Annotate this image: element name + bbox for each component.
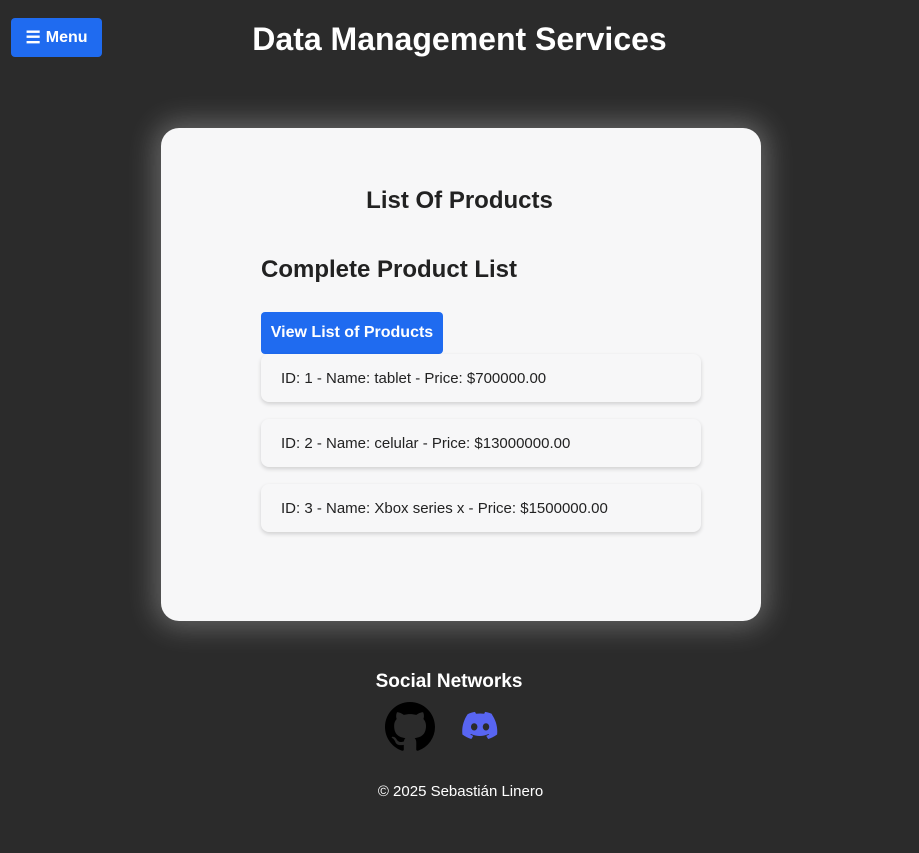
discord-link[interactable] [462, 711, 498, 741]
card-title: List Of Products [366, 187, 553, 214]
product-item: ID: 1 - Name: tablet - Price: $700000.00 [261, 354, 701, 402]
social-networks-title: Social Networks [375, 671, 523, 692]
product-list: ID: 1 - Name: tablet - Price: $700000.00… [261, 354, 701, 549]
site-title: Data Management Services [252, 21, 667, 57]
copyright-text: © 2025 Sebastián Linero [377, 783, 544, 800]
discord-icon [462, 711, 498, 739]
view-products-button[interactable]: View List of Products [261, 312, 443, 354]
product-item: ID: 2 - Name: celular - Price: $13000000… [261, 419, 701, 467]
github-icon [385, 702, 435, 751]
section-title: Complete Product List [261, 256, 518, 283]
product-item: ID: 3 - Name: Xbox series x - Price: $15… [261, 484, 701, 532]
github-link[interactable] [385, 702, 435, 752]
